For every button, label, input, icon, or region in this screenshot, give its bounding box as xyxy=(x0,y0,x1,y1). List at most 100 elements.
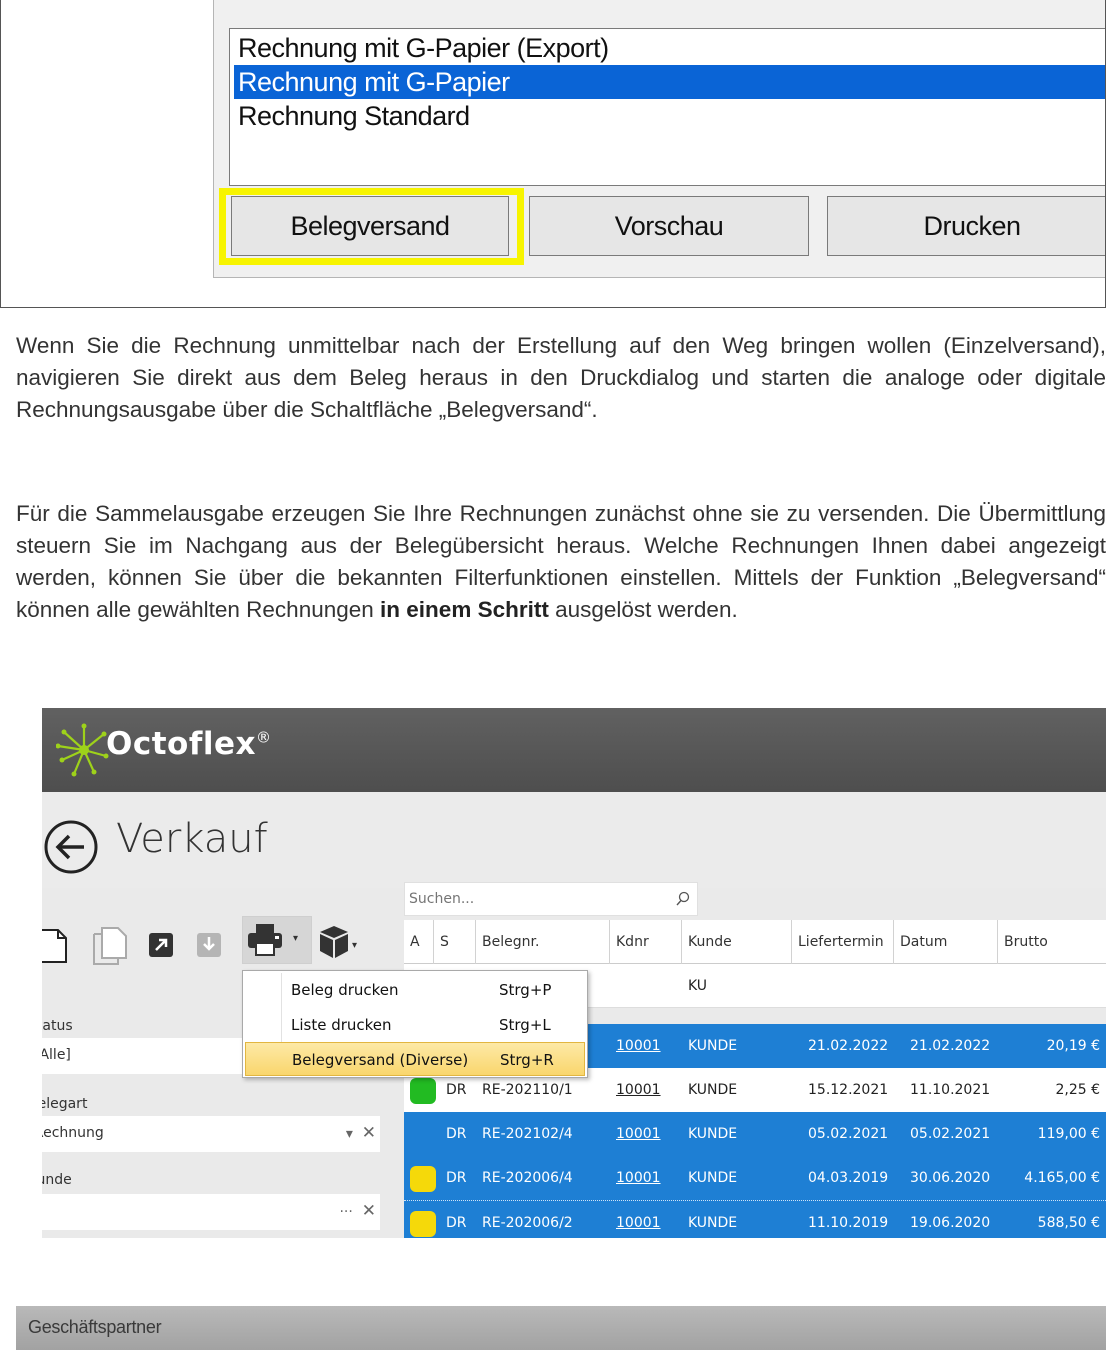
report-list[interactable]: Rechnung mit G-Papier (Export) Rechnung … xyxy=(229,28,1105,186)
printer-icon xyxy=(248,924,282,956)
kunde-filter[interactable]: ··· ✕ xyxy=(42,1194,380,1230)
chevron-down-icon: ▾ xyxy=(293,933,299,944)
paragraph-text-end: ausgelöst werden. xyxy=(548,597,738,622)
status-dot-green xyxy=(410,1078,436,1104)
menu-item-shortcut: Strg+L xyxy=(499,1016,551,1034)
paragraph-sammelausgabe: Für die Sammelausgabe erzeugen Sie Ihre … xyxy=(16,498,1106,626)
vorschau-button[interactable]: Vorschau xyxy=(529,196,809,256)
col-liefertermin[interactable]: Liefertermin xyxy=(792,920,894,964)
col-kdnr[interactable]: Kdnr xyxy=(610,920,682,964)
col-belegnr[interactable]: Belegnr. xyxy=(476,920,610,964)
col-a[interactable]: A xyxy=(404,920,434,964)
col-brutto[interactable]: Brutto xyxy=(998,920,1106,964)
paragraph-einzelversand: Wenn Sie die Rechnung unmittelbar nach d… xyxy=(16,333,1106,422)
report-item-export[interactable]: Rechnung mit G-Papier (Export) xyxy=(234,31,1105,65)
datum-cell: 11.10.2021 xyxy=(910,1082,991,1098)
kdnr-link[interactable]: 10001 xyxy=(616,1024,661,1068)
document-grid: A S Belegnr. Kdnr Kunde Liefertermin Dat… xyxy=(404,920,1106,1238)
back-arrow-icon[interactable] xyxy=(42,818,100,876)
col-s[interactable]: S xyxy=(434,920,476,964)
brutto-cell: 2,25 € xyxy=(1055,1082,1100,1098)
kunde-label: Kunde xyxy=(42,1172,72,1188)
print-menu: Beleg drucken Strg+P Liste drucken Strg+… xyxy=(242,970,588,1078)
clear-icon[interactable]: ✕ xyxy=(362,1123,376,1143)
app-name: Octoflex xyxy=(106,726,256,762)
liefertermin-cell: 05.02.2021 xyxy=(808,1126,889,1142)
page-title: Verkauf xyxy=(116,816,268,862)
svg-text:▾: ▾ xyxy=(352,940,357,951)
menu-item-belegversand[interactable]: Belegversand (Diverse) Strg+R xyxy=(245,1042,585,1076)
kdnr-link[interactable]: 10001 xyxy=(616,1068,661,1112)
col-datum[interactable]: Datum xyxy=(894,920,998,964)
brutto-cell: 588,50 € xyxy=(1037,1215,1100,1231)
section-label: Geschäftspartner xyxy=(28,1317,162,1337)
report-item-standard[interactable]: Rechnung Standard xyxy=(234,99,1105,133)
octoflex-logo-icon xyxy=(56,723,109,777)
datum-cell: 05.02.2021 xyxy=(910,1126,991,1142)
menu-item-beleg-drucken[interactable]: Beleg drucken Strg+P xyxy=(245,973,585,1007)
kunde-cell: KUNDE xyxy=(688,1038,738,1054)
menu-item-shortcut: Strg+P xyxy=(499,981,552,999)
menu-item-shortcut: Strg+R xyxy=(500,1051,554,1069)
app-title: Octoflex® xyxy=(106,726,271,762)
octoflex-screenshot: Octoflex® Verkauf Suchen... ▾ ▾ atus All… xyxy=(42,708,1106,1238)
new-document-icon[interactable] xyxy=(42,928,68,964)
menu-item-liste-drucken[interactable]: Liste drucken Strg+L xyxy=(245,1008,585,1042)
brutto-cell: 20,19 € xyxy=(1046,1038,1100,1054)
geschaeftspartner-section[interactable]: Geschäftspartner xyxy=(16,1306,1106,1350)
belegart-label: Belegart xyxy=(42,1096,88,1112)
col-kunde[interactable]: Kunde xyxy=(682,920,792,964)
search-input[interactable] xyxy=(405,883,665,915)
table-row[interactable]: DR RE-202006/2 10001 KUNDE 11.10.2019 19… xyxy=(404,1200,1106,1238)
app-header: Octoflex® xyxy=(42,708,1106,792)
menu-item-label: Beleg drucken xyxy=(291,981,399,999)
table-row[interactable]: DR RE-202102/4 10001 KUNDE 05.02.2021 05… xyxy=(404,1112,1106,1156)
dropdown-arrow-icon[interactable]: ▾ xyxy=(346,1126,353,1142)
belegnr-cell: RE-202102/4 xyxy=(482,1126,573,1142)
kdnr-link[interactable]: 10001 xyxy=(616,1201,661,1238)
liefertermin-cell: 11.10.2019 xyxy=(808,1215,889,1231)
search-field[interactable] xyxy=(404,882,698,916)
trademark-symbol: ® xyxy=(255,728,272,747)
brutto-cell: 4.165,00 € xyxy=(1024,1170,1100,1186)
print-dialog-screenshot: Rechnung mit G-Papier (Export) Rechnung … xyxy=(0,0,1106,308)
kunde-cell: KUNDE xyxy=(688,1082,738,1098)
copy-document-icon[interactable] xyxy=(92,926,128,966)
datum-cell: 21.02.2022 xyxy=(910,1038,991,1054)
liefertermin-cell: 21.02.2022 xyxy=(808,1038,889,1054)
kunde-controls[interactable]: ··· ✕ xyxy=(339,1194,376,1229)
page-heading: Verkauf xyxy=(42,792,1106,888)
liefertermin-cell: 15.12.2021 xyxy=(808,1082,889,1098)
table-row[interactable]: DR RE-202006/4 10001 KUNDE 04.03.2019 30… xyxy=(404,1156,1106,1200)
menu-item-label: Liste drucken xyxy=(291,1016,392,1034)
highlight-box xyxy=(219,188,524,265)
kunde-cell: KUNDE xyxy=(688,1170,738,1186)
package-icon[interactable]: ▾ xyxy=(318,924,358,962)
s-cell: DR xyxy=(446,1126,467,1142)
kdnr-link[interactable]: 10001 xyxy=(616,1156,661,1200)
report-item-g-papier[interactable]: Rechnung mit G-Papier xyxy=(234,65,1105,99)
status-label: Status xyxy=(42,1018,73,1034)
status-dot-yellow xyxy=(410,1211,436,1237)
search-icon[interactable] xyxy=(675,891,691,907)
datum-cell: 19.06.2020 xyxy=(910,1215,991,1231)
drucken-button[interactable]: Drucken xyxy=(827,196,1105,256)
s-cell: DR xyxy=(446,1170,467,1186)
s-cell: DR xyxy=(446,1215,467,1231)
liefertermin-cell: 04.03.2019 xyxy=(808,1170,889,1186)
status-dot-yellow xyxy=(410,1166,436,1192)
kdnr-link[interactable]: 10001 xyxy=(616,1112,661,1156)
grid-header: A S Belegnr. Kdnr Kunde Liefertermin Dat… xyxy=(404,920,1106,964)
menu-item-label: Belegversand (Diverse) xyxy=(292,1051,469,1069)
belegart-filter[interactable]: Rechnung ▾ ✕ xyxy=(42,1116,380,1152)
ellipsis-icon[interactable]: ··· xyxy=(339,1204,352,1220)
print-dropdown-button[interactable]: ▾ xyxy=(242,916,312,964)
open-external-icon[interactable] xyxy=(148,932,174,958)
kunde-filter-cell[interactable]: KU xyxy=(688,964,707,1008)
belegart-controls[interactable]: ▾ ✕ xyxy=(346,1116,376,1151)
belegnr-cell: RE-202006/2 xyxy=(482,1215,573,1231)
download-icon[interactable] xyxy=(196,932,222,958)
clear-icon[interactable]: ✕ xyxy=(362,1201,376,1221)
belegnr-cell: RE-202006/4 xyxy=(482,1170,573,1186)
belegart-value: Rechnung xyxy=(42,1125,104,1141)
